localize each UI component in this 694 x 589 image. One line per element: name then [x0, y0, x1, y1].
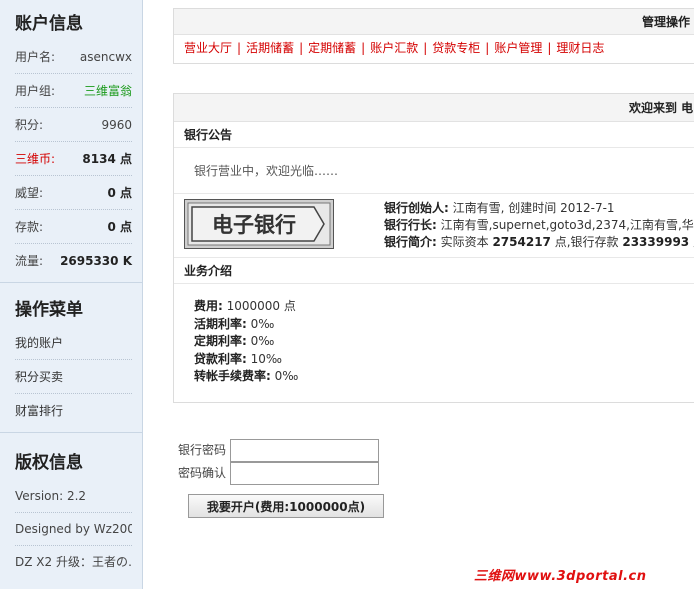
points-row: 积分: 9960 — [15, 108, 132, 142]
current-rate-value: 0‰ — [246, 316, 275, 331]
usergroup-row: 用户组: 三维富翁 — [15, 74, 132, 108]
welcome-panel: 欢迎来到 电 银行公告 银行营业中，欢迎光临…… 电子银行 银行创始人: 江南有… — [173, 93, 694, 403]
notice-text: 银行营业中，欢迎光临…… — [174, 148, 694, 194]
usergroup-value: 三维富翁 — [83, 84, 132, 98]
confirm-password-input[interactable] — [230, 462, 379, 485]
sidebar-divider — [0, 282, 142, 292]
transfer-fee-value: 0‰ — [270, 369, 299, 383]
biz-transfer-fee: 转帐手续费率: 0‰ — [194, 368, 694, 386]
confirm-label: 密码确认 — [178, 466, 227, 480]
intro-pre: 实际资本 — [436, 235, 493, 249]
nav-account-manage[interactable]: 账户管理 — [494, 41, 542, 55]
main-nav: 营业大厅 | 活期储蓄 | 定期储蓄 | 账户汇款 | 贷款专柜 | 账户管理 | 理财日志 — [184, 41, 605, 55]
intro-mid: 点,银行存款 — [550, 235, 623, 249]
confirm-row: 密码确认 — [178, 462, 379, 485]
usergroup-label: 用户组: — [15, 84, 56, 98]
points-label: 积分: — [15, 118, 44, 132]
deposit-label: 存款: — [15, 220, 44, 234]
nav-current-savings[interactable]: 活期储蓄 — [246, 41, 294, 55]
president-value: 江南有雪,supernet,goto3d,2374,江南有雪,华氏 — [436, 218, 694, 232]
manage-panel: 管理操作 营业大厅 | 活期储蓄 | 定期储蓄 | 账户汇款 | 贷款专柜 | 账户管理 | 理财日志 — [173, 8, 694, 64]
password-row: 银行密码 — [178, 439, 379, 462]
founder-line: 银行创始人: 江南有雪, 创建时间 2012-7-1 — [384, 200, 694, 217]
notice-title: 银行公告 — [174, 122, 694, 148]
sidebar: 账户信息 用户名: asencwx 用户组: 三维富翁 积分: 9960 三维币… — [0, 0, 143, 589]
coins-value: 8134 点 — [82, 152, 132, 166]
copyright-title: 版权信息 — [15, 453, 83, 473]
bank-deposit-value: 23339993 — [622, 235, 690, 249]
president-line: 银行行长: 江南有雪,supernet,goto3d,2374,江南有雪,华氏 — [384, 217, 694, 234]
prestige-row: 威望: 0 点 — [15, 176, 132, 210]
sidebar-item-points-trade[interactable]: 积分买卖 — [15, 360, 132, 394]
nav-finance-log[interactable]: 理财日志 — [556, 41, 604, 55]
sidebar-item-my-account[interactable]: 我的账户 — [15, 326, 132, 360]
manage-header: 管理操作 — [174, 9, 694, 35]
points-value: 9960 — [101, 118, 132, 132]
deposit-row: 存款: 0 点 — [15, 210, 132, 244]
biz-list: 费用: 1000000 点 活期利率: 0‰ 定期利率: 0‰ 贷款利率: 10… — [174, 284, 694, 404]
sidebar-item-wealth-rank[interactable]: 财富排行 — [15, 394, 132, 428]
loan-rate-value: 10‰ — [246, 351, 282, 366]
designer-text: Designed by Wz200… — [15, 513, 132, 546]
logo-text: 电子银行 — [212, 212, 296, 237]
intro-label: 银行简介: — [384, 235, 437, 249]
nav-loans[interactable]: 贷款专柜 — [432, 41, 480, 55]
username-label: 用户名: — [15, 50, 56, 64]
founder-label: 银行创始人: — [384, 201, 449, 215]
nav-remittance[interactable]: 账户汇款 — [370, 41, 418, 55]
deposit-value: 0 点 — [107, 220, 132, 234]
current-rate-label: 活期利率: — [194, 316, 247, 331]
page: 账户信息 用户名: asencwx 用户组: 三维富翁 积分: 9960 三维币… — [0, 0, 694, 589]
password-label: 银行密码 — [178, 443, 227, 457]
fixed-rate-value: 0‰ — [246, 334, 275, 348]
president-label: 银行行长: — [384, 218, 437, 232]
bank-details: 银行创始人: 江南有雪, 创建时间 2012-7-1 银行行长: 江南有雪,su… — [384, 200, 694, 251]
fee-value: 1000000 点 — [222, 299, 296, 313]
transfer-fee-label: 转帐手续费率: — [194, 369, 271, 383]
menu-title: 操作菜单 — [15, 300, 83, 320]
bank-password-input[interactable] — [230, 439, 379, 462]
intro-line: 银行简介: 实际资本 2754217 点,银行存款 23339993 点 — [384, 234, 694, 251]
biz-current-rate: 活期利率: 0‰ — [194, 316, 694, 334]
open-account-button[interactable]: 我要开户(费用:1000000点) — [188, 494, 384, 518]
sidebar-divider — [0, 432, 142, 442]
nav-fixed-savings[interactable]: 定期储蓄 — [308, 41, 356, 55]
biz-fee: 费用: 1000000 点 — [194, 298, 694, 316]
biz-fixed-rate: 定期利率: 0‰ — [194, 333, 694, 351]
ebank-logo: 电子银行 — [184, 199, 334, 249]
username-value: asencwx — [79, 50, 132, 64]
coins-row: 三维币: 8134 点 — [15, 142, 132, 176]
biz-loan-rate: 贷款利率: 10‰ — [194, 351, 694, 369]
fixed-rate-label: 定期利率: — [194, 334, 247, 348]
upgrade-text: DZ X2 升级：王者の… — [15, 555, 132, 569]
traffic-value: 2695330 K — [60, 254, 132, 268]
prestige-value: 0 点 — [107, 186, 132, 200]
traffic-label: 流量: — [15, 254, 44, 268]
loan-rate-label: 贷款利率: — [194, 351, 247, 366]
capital-value: 2754217 — [492, 235, 551, 249]
version-text: Version: 2.2 — [15, 480, 132, 513]
traffic-row: 流量: 2695330 K — [15, 244, 132, 278]
biz-title: 业务介绍 — [174, 258, 694, 284]
welcome-header: 欢迎来到 电 — [174, 94, 694, 122]
fee-label: 费用: — [194, 299, 223, 313]
account-info-title: 账户信息 — [15, 14, 83, 34]
site-watermark: 三维网www.3dportal.cn — [474, 569, 647, 584]
founder-value: 江南有雪, 创建时间 2012-7-1 — [448, 201, 615, 215]
intro-post: 点 — [689, 235, 694, 249]
bank-info: 电子银行 银行创始人: 江南有雪, 创建时间 2012-7-1 银行行长: 江南… — [174, 194, 694, 258]
coins-label: 三维币: — [15, 152, 56, 166]
username-row: 用户名: asencwx — [15, 40, 132, 74]
prestige-label: 威望: — [15, 186, 44, 200]
nav-lobby[interactable]: 营业大厅 — [184, 41, 232, 55]
